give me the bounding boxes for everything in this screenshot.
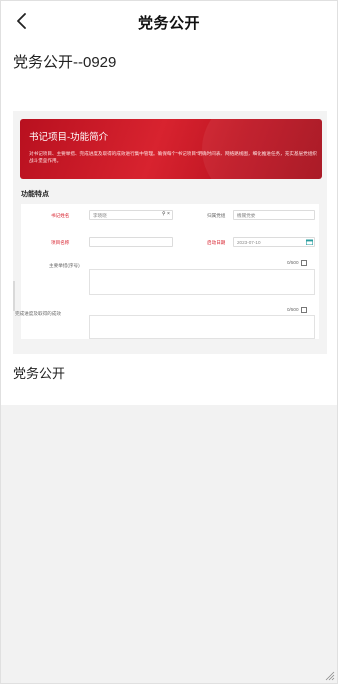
secretary-name-field: 李晓晓 — [89, 210, 173, 220]
features-label: 功能特点 — [21, 191, 49, 198]
progress-counter-text: 0/500 — [287, 307, 299, 313]
measures-label: 主要举措(序号) — [49, 263, 80, 268]
section-title: 党务公开 — [13, 366, 66, 381]
secretary-name-label: 书记姓名 — [51, 213, 70, 218]
measures-counter-text: 0/500 — [287, 260, 299, 266]
progress-label: 完成进度及取得的成效 — [15, 311, 61, 316]
org-label: 归属党组 — [207, 213, 226, 218]
close-icon: × — [167, 211, 170, 217]
page-title: 党务公开 — [137, 15, 200, 32]
resize-grip-icon[interactable] — [323, 669, 335, 681]
progress-textarea — [89, 315, 315, 339]
article-title: 党务公开--0929 — [13, 54, 117, 71]
embedded-screenshot[interactable]: 书记项目-功能简介 对书记项目、主要举措、完成进度及取得的成效进行集中管理。确保… — [13, 111, 327, 354]
content-panel: 党务公开 党务公开--0929 书记项目-功能简介 对书记项目、主要举措、完成进… — [1, 1, 337, 405]
app-window: 党务公开 党务公开--0929 书记项目-功能简介 对书记项目、主要举措、完成进… — [0, 0, 338, 684]
calendar-icon — [306, 239, 313, 245]
date-label: 启动日期 — [207, 240, 226, 245]
date-field: 2023-07-10 — [233, 237, 315, 247]
banner-title: 书记项目-功能简介 — [29, 132, 109, 143]
progress-checkbox — [300, 307, 307, 313]
measures-checkbox — [300, 260, 307, 266]
embedded-form: 书记姓名 李晓晓 ⚲ × 归属党组 機關党委 项目名称 启动日期 2023-07… — [15, 204, 319, 339]
screenshot-edge — [13, 281, 15, 311]
org-value: 機關党委 — [237, 213, 256, 218]
measures-textarea — [89, 269, 315, 295]
top-bar: 党务公开 — [1, 1, 337, 41]
progress-counter: 0/500 — [287, 307, 307, 313]
org-field: 機關党委 — [233, 210, 315, 220]
feature-banner: 书记项目-功能简介 对书记项目、主要举措、完成进度及取得的成效进行集中管理。确保… — [20, 119, 322, 179]
project-name-field — [89, 237, 173, 247]
date-value: 2023-07-10 — [237, 240, 261, 245]
secretary-name-value: 李晓晓 — [93, 213, 107, 218]
measures-counter: 0/500 — [287, 260, 307, 266]
project-name-label: 项目名称 — [51, 240, 70, 245]
search-icon: ⚲ — [162, 211, 166, 217]
banner-description: 对书记项目、主要举措、完成进度及取得的成效进行集中管理。确保每个“书记项目”明确… — [29, 151, 317, 163]
